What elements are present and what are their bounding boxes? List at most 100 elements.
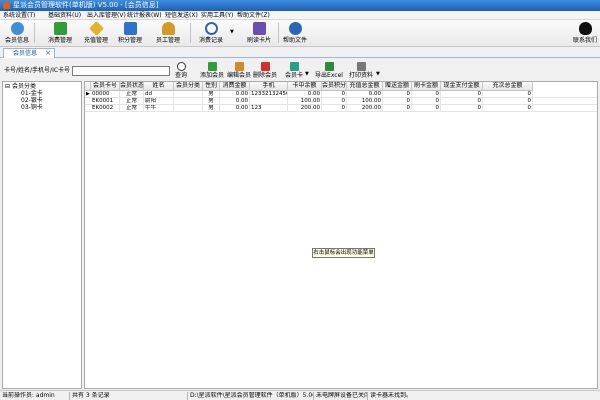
card-icon [252,22,266,35]
cell-cash-pay: 0 [441,98,483,105]
toolbar: 会员信息 消费管理 充值管理 积分管理 员工管理 消费记录 ▼ 刷读卡片 帮助文… [0,20,600,47]
cell-name: 尉阳 [144,98,174,105]
points-button[interactable]: 积分管理 [115,20,145,47]
contact-button[interactable]: 联系我们 [570,20,600,47]
cell-consume-amount: 0.00 [220,98,250,105]
table-row[interactable]: EK0002 正常 牛牛 男 0.00 123 200.00 0 200.00 … [85,105,597,112]
menu-item-system[interactable]: 系统设置(T) [3,11,35,20]
column-header[interactable]: 性别 [203,82,220,91]
member-icon [10,22,24,35]
column-header[interactable]: 充值总金额 [347,82,383,91]
print-button[interactable]: 打印资料 [346,59,376,81]
context-menu-hint: 右击鼠标会出现功能菜单 [312,248,375,258]
menu-item-reports[interactable]: 统计报表(W) [127,11,162,20]
cell-cash-pay: 0 [441,91,483,98]
cell-points: 0 [322,105,347,112]
add-member-button[interactable]: 添加会员 [200,59,224,81]
cell-cash-pay: 0 [441,105,483,112]
member-grid[interactable]: 会员卡号 会员状态 姓名 会员分类 性别 消费金额 手机 卡中余额 会员积分 充… [84,81,598,389]
cell-points: 0 [322,98,347,105]
tab-strip: 会员信息 × [0,47,600,58]
tab-label: 会员信息 [13,50,38,57]
column-header[interactable]: 卡中余额 [288,82,322,91]
menu-bar: 系统设置(T) 基础资料(U) 出入库管理(V) 统计报表(W) 短信发送(X)… [0,11,600,20]
edit-member-button[interactable]: 编辑会员 [226,59,252,81]
cell-balance: 0.00 [288,91,322,98]
cell-recharge-total: 100.00 [347,98,383,105]
export-excel-button[interactable]: 导出Excel [313,59,345,81]
cell-consume-amount: 0.00 [220,91,250,98]
column-header[interactable]: 消费金额 [220,82,250,91]
tree-expand-icon[interactable]: ⊟ [5,83,10,90]
status-card-reader: 读卡器未找到。 [370,392,413,399]
cell-status: 正常 [120,91,144,98]
close-icon[interactable]: × [45,49,51,58]
chevron-down-icon[interactable]: ▼ [376,71,380,77]
recharge-button[interactable]: 充值管理 [81,20,111,47]
excel-icon [324,62,334,71]
column-header[interactable]: 会员分类 [174,82,203,91]
cell-points: 0 [322,91,347,98]
cell-balance: 200.00 [288,105,322,112]
delete-member-button[interactable]: 删除会员 [253,59,277,81]
cell-name: 牛牛 [144,105,174,112]
column-header[interactable]: 充次总金额 [483,82,533,91]
column-header[interactable]: 刷卡金额 [412,82,441,91]
cell-phone [250,98,288,105]
dollar-icon [53,22,67,35]
tree-item-silver[interactable]: 02-银卡 [21,97,43,104]
printer-icon [356,62,366,71]
search-input[interactable] [72,66,170,76]
member-category-tree: ⊟ 会员分类 01-金卡 02-银卡 03-铜卡 [2,81,82,389]
toolbar-separator [278,23,279,43]
tree-root[interactable]: 会员分类 [12,83,36,90]
column-header[interactable]: 会员卡号 [91,82,120,91]
staff-icon [161,22,175,35]
status-screen-device: 未电牌屏设备已关闭 [316,392,368,400]
penguin-icon [578,22,592,35]
toolbar-separator [34,23,35,43]
read-card-button[interactable]: 刷读卡片 [243,20,275,47]
column-header[interactable]: 会员积分 [322,82,347,91]
cell-card-no: 00000 [91,91,120,98]
column-header[interactable]: 赠送金额 [383,82,412,91]
staff-button[interactable]: 员工管理 [151,20,185,47]
cell-consume-amount: 0.00 [220,105,250,112]
consume-record-button[interactable]: 消费记录 [194,20,228,47]
menu-item-inventory[interactable]: 出入库管理(V) [87,11,126,20]
window-title: 星派会员管理软件(单机版) V5.00 - [会员信息] [13,1,159,9]
chevron-down-icon[interactable]: ▼ [230,29,234,35]
cell-phone: 12332132456 [251,91,288,98]
menu-item-sms[interactable]: 短信发送(X) [165,11,198,20]
cell-card-pay: 0 [412,91,441,98]
column-header[interactable]: 现金支付金额 [441,82,483,91]
query-button[interactable]: 查询 [172,59,190,81]
menu-item-tools[interactable]: 实用工具(Y) [201,11,233,20]
menu-item-basic-data[interactable]: 基础资料(U) [48,11,81,20]
consume-button[interactable]: 消费管理 [45,20,75,47]
chevron-down-icon[interactable]: ▼ [305,71,309,77]
toolbar-separator [190,23,191,43]
member-info-button[interactable]: 会员信息 [2,20,32,47]
cell-category [174,105,203,112]
cell-status: 正常 [120,105,144,112]
tab-member-info[interactable]: 会员信息 × [3,48,55,58]
help-button[interactable]: 帮助文件 [280,20,310,47]
column-header[interactable]: 会员状态 [120,82,144,91]
column-header[interactable]: 姓名 [144,82,174,91]
edit-icon [234,62,244,71]
cell-bonus: 0 [383,105,412,112]
column-header[interactable]: 手机 [250,82,288,91]
table-row[interactable]: EK0001 正常 尉阳 男 0.00 100.00 0 100.00 0 0 … [85,98,597,105]
tree-item-gold[interactable]: 01-金卡 [21,90,43,97]
menu-item-help[interactable]: 帮助文件(Z) [237,11,270,20]
member-card-button[interactable]: 会员卡 [283,59,305,81]
cell-card-no: EK0001 [91,98,120,105]
cell-count-total: 0 [483,98,533,105]
cell-bonus: 0 [383,91,412,98]
cell-card-pay: 0 [412,98,441,105]
tree-item-bronze[interactable]: 03-铜卡 [21,104,43,111]
cell-name: dd [144,91,174,98]
table-row[interactable]: ▶ 00000 正常 dd 男 0.00 12332132456 0.00 0 … [85,91,597,98]
cell-status: 正常 [120,98,144,105]
